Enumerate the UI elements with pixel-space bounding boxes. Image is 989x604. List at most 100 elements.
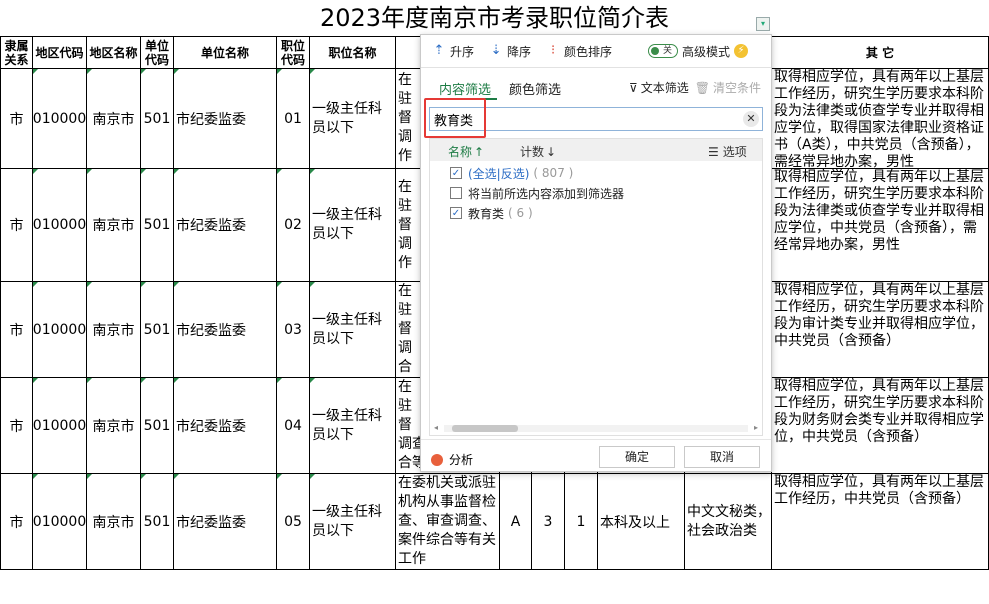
- table-cell-unit-name[interactable]: 市纪委监委: [174, 169, 277, 282]
- table-cell-other[interactable]: 取得相应学位，具有两年以上基层工作经历，中共党员（含预备）: [772, 474, 989, 570]
- table-cell-pos-name[interactable]: 一级主任科员以下: [310, 282, 396, 378]
- filter-dropdown-button[interactable]: ▾: [756, 17, 770, 31]
- table-cell-pos-code[interactable]: 05: [277, 474, 310, 570]
- checkbox[interactable]: ✓: [450, 207, 462, 219]
- table-cell-unit-code[interactable]: 501: [141, 69, 174, 169]
- table-cell-area-code[interactable]: 010000: [33, 282, 87, 378]
- toggle-switch[interactable]: 关: [648, 44, 679, 58]
- cell-text: 南京市: [92, 218, 135, 234]
- checkbox[interactable]: [450, 187, 462, 199]
- table-cell-unit-name[interactable]: 市纪委监委: [174, 69, 277, 169]
- table-cell-n2[interactable]: 1: [565, 474, 598, 570]
- table-cell-other[interactable]: 取得相应学位，具有两年以上基层工作经历，研究生学历要求本科阶段为法律类或侦查学专…: [772, 169, 989, 282]
- cell-text: 在 驻 督 调 作: [398, 72, 412, 164]
- cell-text: 04: [284, 417, 302, 434]
- table-cell-other[interactable]: 取得相应学位，具有两年以上基层工作经历，研究生学历要求本科阶段为法律类或侦查学专…: [772, 69, 989, 169]
- table-cell-num[interactable]: 3: [532, 474, 565, 570]
- table-cell-unit-name[interactable]: 市纪委监委: [174, 474, 277, 570]
- list-items: ✓ (全选|反选) ( 807 ) 将当前所选内容添加到筛选器 ✓ 教育类 ( …: [450, 163, 624, 223]
- table-cell-rel[interactable]: 市: [0, 69, 33, 169]
- table-cell-rel[interactable]: 市: [0, 169, 33, 282]
- table-cell-area-name[interactable]: 南京市: [87, 69, 141, 169]
- text-filter-button[interactable]: ⊽ 文本筛选: [629, 79, 689, 96]
- table-cell-rel[interactable]: 市: [0, 282, 33, 378]
- cell-marker: [174, 474, 179, 479]
- table-cell-area-code[interactable]: 010000: [33, 69, 87, 169]
- tab-content-filter[interactable]: 内容筛选: [439, 79, 491, 98]
- cell-marker: [87, 282, 92, 287]
- search-highlight-box: [424, 98, 486, 138]
- table-cell-pos-name[interactable]: 一级主任科员以下: [310, 69, 396, 169]
- arrow-up-icon: ↑: [474, 144, 485, 159]
- funnel-icon: ⊽: [628, 80, 638, 95]
- advanced-mode-toggle[interactable]: 关 高级模式 ⚡: [648, 43, 749, 60]
- table-cell-unit-name[interactable]: 市纪委监委: [174, 282, 277, 378]
- header-cell[interactable]: 职位代码: [277, 36, 310, 69]
- clear-conditions-button[interactable]: 🗑 清空条件: [695, 79, 761, 96]
- table-cell-pos-name[interactable]: 一级主任科员以下: [310, 474, 396, 570]
- header-cell[interactable]: 职位名称: [310, 36, 396, 69]
- table-cell-area-code[interactable]: 010000: [33, 378, 87, 474]
- table-cell-unit-code[interactable]: 501: [141, 282, 174, 378]
- header-cell[interactable]: 单位名称: [174, 36, 277, 69]
- table-cell-pos-code[interactable]: 01: [277, 69, 310, 169]
- scroll-right-icon[interactable]: ▸: [754, 423, 758, 432]
- header-cell[interactable]: 隶属关系: [0, 36, 33, 69]
- table-cell-cat[interactable]: A: [500, 474, 532, 570]
- table-cell-area-name[interactable]: 南京市: [87, 378, 141, 474]
- color-sort-button[interactable]: ⁝ 颜色排序: [545, 43, 612, 60]
- table-cell-rel[interactable]: 市: [0, 474, 33, 570]
- cell-text: 02: [284, 217, 302, 233]
- table-cell-unit-code[interactable]: 501: [141, 169, 174, 282]
- analyze-button[interactable]: 分析: [431, 451, 473, 468]
- table-cell-area-name[interactable]: 南京市: [87, 169, 141, 282]
- table-cell-pos-code[interactable]: 04: [277, 378, 310, 474]
- table-cell-desc[interactable]: 在委机关或派驻机构从事监督检查、审查调查、案件综合等有关工作: [396, 474, 500, 570]
- header-cell[interactable]: 地区代码: [33, 36, 87, 69]
- table-cell-other[interactable]: 取得相应学位，具有两年以上基层工作经历，研究生学历要求本科阶段为财务财会类专业并…: [772, 378, 989, 474]
- cell-text: 010000: [33, 417, 87, 434]
- horizontal-scrollbar[interactable]: ◂ ▸: [434, 423, 758, 433]
- tab-color-filter[interactable]: 颜色筛选: [509, 79, 561, 98]
- table-cell-unit-code[interactable]: 501: [141, 378, 174, 474]
- clear-search-icon[interactable]: ✕: [743, 111, 759, 127]
- list-item-select-all[interactable]: ✓ (全选|反选) ( 807 ): [450, 163, 624, 183]
- ok-button[interactable]: 确定: [599, 446, 675, 468]
- header-cell[interactable]: 地区名称: [87, 36, 141, 69]
- list-options-button[interactable]: ☰ 选项: [708, 143, 747, 160]
- cell-marker: [33, 169, 38, 174]
- cancel-button[interactable]: 取消: [684, 446, 760, 468]
- table-cell-area-code[interactable]: 010000: [33, 474, 87, 570]
- table-cell-pos-name[interactable]: 一级主任科员以下: [310, 169, 396, 282]
- cell-marker: [174, 378, 179, 383]
- scroll-thumb[interactable]: [452, 425, 518, 432]
- table-cell-edu[interactable]: 本科及以上: [598, 474, 685, 570]
- cell-text: 一级主任科员以下: [312, 503, 382, 539]
- table-cell-unit-code[interactable]: 501: [141, 474, 174, 570]
- cell-marker: [141, 474, 146, 479]
- table-cell-other[interactable]: 取得相应学位，具有两年以上基层工作经历，研究生学历要求本科阶段为审计类专业并取得…: [772, 282, 989, 378]
- table-cell-pos-code[interactable]: 03: [277, 282, 310, 378]
- sort-by-name[interactable]: 名称 ↑: [448, 143, 484, 160]
- table-cell-rel[interactable]: 市: [0, 378, 33, 474]
- filter-toolbar: ⇡ 升序 ⇣ 降序 ⁝ 颜色排序 关 高级模式 ⚡: [421, 35, 771, 67]
- table-cell-area-code[interactable]: 010000: [33, 169, 87, 282]
- table-cell-pos-code[interactable]: 02: [277, 169, 310, 282]
- sort-by-count[interactable]: 计数 ↓: [520, 143, 556, 160]
- scroll-left-icon[interactable]: ◂: [434, 423, 438, 432]
- list-item-add-to-filter[interactable]: 将当前所选内容添加到筛选器: [450, 183, 624, 203]
- list-item-education[interactable]: ✓ 教育类 ( 6 ): [450, 203, 624, 223]
- cell-text: 取得相应学位，具有两年以上基层工作经历，研究生学历要求本科阶段为财务财会类专业并…: [774, 378, 984, 445]
- lightning-icon: ⚡: [734, 44, 749, 58]
- header-cell[interactable]: 其 它: [772, 36, 989, 69]
- header-cell[interactable]: 单位代码: [141, 36, 174, 69]
- table-cell-pos-name[interactable]: 一级主任科员以下: [310, 378, 396, 474]
- table-cell-area-name[interactable]: 南京市: [87, 474, 141, 570]
- cell-text: 一级主任科员以下: [312, 311, 382, 347]
- table-cell-unit-name[interactable]: 市纪委监委: [174, 378, 277, 474]
- table-cell-major[interactable]: 中文文秘类，社会政治类: [685, 474, 772, 570]
- checkbox[interactable]: ✓: [450, 167, 462, 179]
- table-cell-area-name[interactable]: 南京市: [87, 282, 141, 378]
- sort-ascending-button[interactable]: ⇡ 升序: [431, 43, 474, 60]
- sort-descending-button[interactable]: ⇣ 降序: [488, 43, 531, 60]
